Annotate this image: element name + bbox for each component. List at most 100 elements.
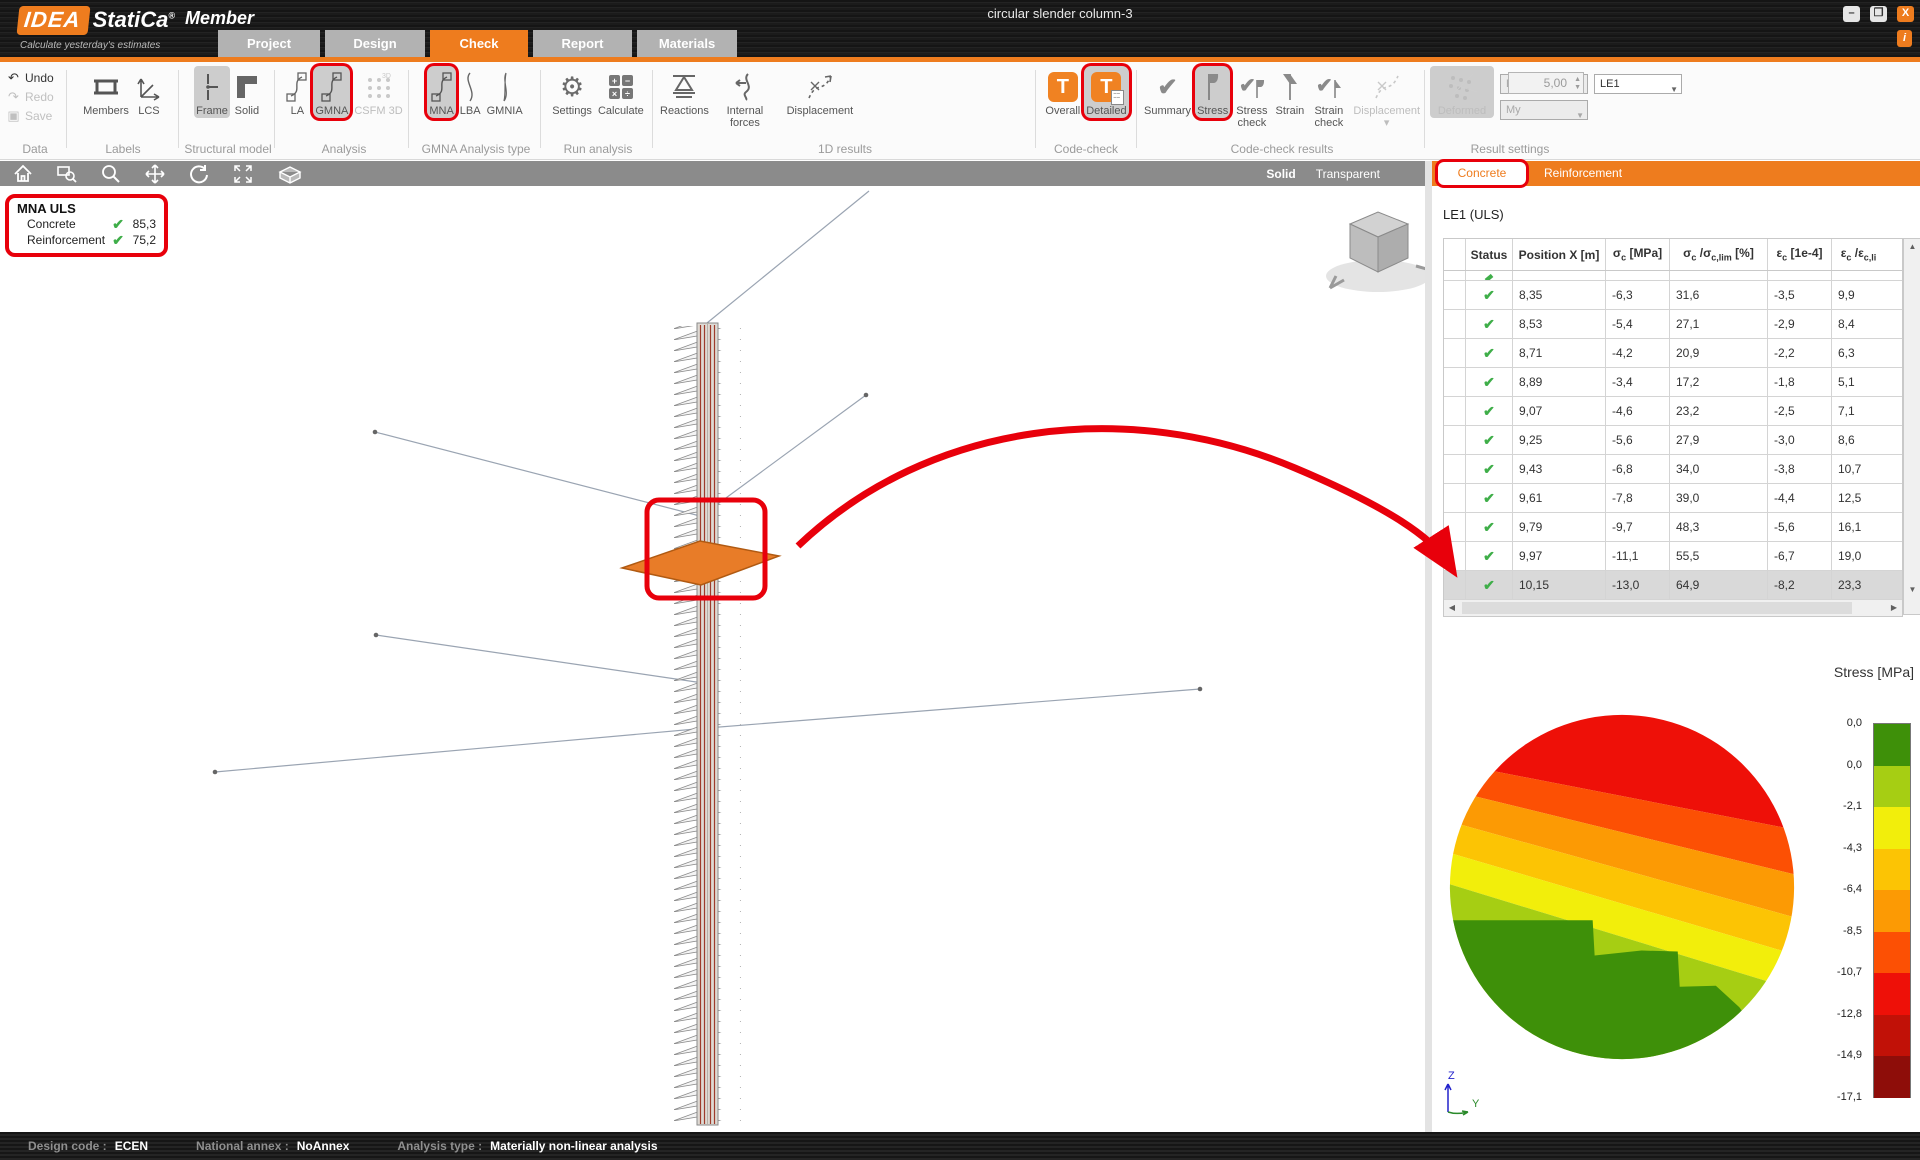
- stress-button[interactable]: Stress: [1195, 66, 1230, 118]
- solid-button[interactable]: Solid: [232, 66, 262, 118]
- status-check-icon: ✔: [1483, 432, 1495, 449]
- eps-value: -5,6: [1768, 513, 1832, 541]
- table-row[interactable]: ✔ 9,43 -6,8 34,0 -3,8 10,7: [1444, 455, 1902, 484]
- deformed-scale-input[interactable]: 5,00 ▲ ▼: [1508, 72, 1584, 94]
- internal-forces-icon: [732, 69, 758, 105]
- hscroll-thumb[interactable]: [1462, 602, 1852, 614]
- spin-up-icon[interactable]: ▲: [1574, 76, 1581, 83]
- frame-button[interactable]: Frame: [194, 66, 230, 118]
- table-vscrollbar[interactable]: ▲ ▼: [1903, 238, 1920, 615]
- column-member[interactable]: [674, 323, 741, 1125]
- solid-icon: [234, 69, 260, 105]
- section-plane[interactable]: [622, 541, 779, 585]
- scroll-down-icon[interactable]: ▼: [1904, 582, 1920, 598]
- table-row[interactable]: ✔ 8,35 -6,3 31,6 -3,5 9,9: [1444, 281, 1902, 310]
- mna-button[interactable]: MNA: [427, 66, 455, 118]
- navigation-cube[interactable]: [1326, 212, 1425, 292]
- close-button[interactable]: X: [1897, 6, 1914, 22]
- table-hscrollbar[interactable]: ◀ ▶: [1444, 600, 1902, 616]
- status-check-icon: ✔: [1483, 519, 1495, 536]
- clipping-box-icon[interactable]: [276, 163, 304, 185]
- tab-materials[interactable]: Materials: [637, 30, 737, 57]
- reactions-button[interactable]: Reactions: [658, 66, 711, 118]
- table-row[interactable]: ✔ 8,89 -3,4 17,2 -1,8 5,1: [1444, 368, 1902, 397]
- group-run-analysis: ⚙ Settings +−×÷ Calculate Run analysis: [546, 66, 650, 158]
- status-bar: Design code : ECEN National annex : NoAn…: [0, 1132, 1920, 1160]
- status-check-icon: ✔: [1483, 461, 1495, 478]
- redo-icon: ↷: [6, 89, 21, 105]
- overlay-concrete-row: Concrete ✔ 85,3: [17, 216, 156, 232]
- svg-text:✔: ✔: [1316, 75, 1333, 97]
- rotate-icon[interactable]: [188, 163, 210, 185]
- gmna-button[interactable]: GMNA: [313, 66, 350, 118]
- position-value: 9,97: [1513, 542, 1606, 570]
- design-code-value: ECEN: [115, 1139, 148, 1153]
- table-row[interactable]: ✔ 8,71 -4,2 20,9 -2,2 6,3: [1444, 339, 1902, 368]
- minimize-button[interactable]: –: [1843, 6, 1860, 22]
- annex-value: NoAnnex: [297, 1139, 350, 1153]
- settings-button[interactable]: ⚙ Settings: [550, 66, 594, 118]
- zoom-window-icon[interactable]: [56, 163, 78, 185]
- sigma-value: -9,7: [1606, 513, 1670, 541]
- view-mode-solid[interactable]: Solid: [1266, 167, 1295, 181]
- view-mode-transparent[interactable]: Transparent: [1316, 167, 1380, 181]
- scroll-right-icon[interactable]: ▶: [1886, 600, 1902, 616]
- svg-text:+: +: [612, 76, 617, 86]
- summary-button[interactable]: ✔ Summary: [1142, 66, 1193, 118]
- overlay-title: MNA ULS: [17, 201, 156, 216]
- undo-button[interactable]: ↶Undo: [6, 70, 64, 86]
- table-row[interactable]: ✔ 8,53 -5,4 27,1 -2,9 8,4: [1444, 310, 1902, 339]
- tab-reinforcement-results[interactable]: Reinforcement: [1544, 161, 1622, 186]
- csfm-3d-button[interactable]: 3D CSFM 3D: [352, 66, 404, 118]
- pan-icon[interactable]: [144, 163, 166, 185]
- tab-design[interactable]: Design: [325, 30, 425, 57]
- svg-text:×: ×: [612, 89, 617, 99]
- table-row[interactable]: ✔ 9,79 -9,7 48,3 -5,6 16,1: [1444, 513, 1902, 542]
- position-value: 9,25: [1513, 426, 1606, 454]
- table-row[interactable]: ✔ 9,07 -4,6 23,2 -2,5 7,1: [1444, 397, 1902, 426]
- detailed-button[interactable]: T–––– Detailed: [1084, 66, 1128, 118]
- gmnia-button[interactable]: GMNIA: [485, 66, 525, 118]
- strain-button[interactable]: Strain: [1274, 66, 1307, 118]
- internal-forces-button[interactable]: Internal forces: [713, 66, 777, 130]
- zoom-icon[interactable]: [100, 163, 122, 185]
- lcs-button[interactable]: LCS: [133, 66, 165, 118]
- scroll-left-icon[interactable]: ◀: [1444, 600, 1460, 616]
- table-row[interactable]: ✔ 9,97 -11,1 55,5 -6,7 19,0: [1444, 542, 1902, 571]
- status-check-icon: ✔: [1483, 548, 1495, 565]
- redo-button[interactable]: ↷Redo: [6, 89, 64, 105]
- members-button[interactable]: Members: [81, 66, 131, 118]
- table-row[interactable]: ✔ 9,61 -7,8 39,0 -4,4 12,5: [1444, 484, 1902, 513]
- save-button[interactable]: ▣Save: [6, 108, 64, 124]
- table-row[interactable]: ✔ 9,25 -5,6 27,9 -3,0 8,6: [1444, 426, 1902, 455]
- zoom-fit-icon[interactable]: [232, 163, 254, 185]
- calculate-button[interactable]: +−×÷ Calculate: [596, 66, 646, 118]
- position-value: 9,79: [1513, 513, 1606, 541]
- tab-report[interactable]: Report: [533, 30, 632, 57]
- tab-project[interactable]: Project: [218, 30, 320, 57]
- strain-check-button[interactable]: ✔ Strain check: [1308, 66, 1349, 130]
- model-viewport[interactable]: MNA ULS Concrete ✔ 85,3 Reinforcement ✔ …: [0, 186, 1425, 1132]
- tab-check[interactable]: Check: [430, 30, 528, 57]
- table-row-partial[interactable]: [1444, 271, 1902, 281]
- info-button[interactable]: i: [1897, 30, 1912, 47]
- z-axis-label: Z: [1448, 1070, 1455, 1082]
- displacement-result-button[interactable]: Displacement ▾: [1351, 66, 1422, 130]
- deformed-button[interactable]: Deformed: [1430, 66, 1494, 118]
- status-check-icon: ✔: [1483, 403, 1495, 420]
- tab-concrete-results[interactable]: Concrete: [1438, 162, 1526, 185]
- position-value: 9,43: [1513, 455, 1606, 483]
- table-row[interactable]: ✔ 10,15 -13,0 64,9 -8,2 23,3: [1444, 571, 1902, 600]
- la-button[interactable]: LA: [283, 66, 311, 118]
- lba-button[interactable]: LBA: [458, 66, 483, 118]
- displacement-1d-button[interactable]: Displacement: [779, 66, 861, 118]
- group-labels: Members LCS Labels: [70, 66, 176, 158]
- eps-ratio-value: 10,7: [1832, 455, 1885, 483]
- spin-down-icon[interactable]: ▼: [1574, 84, 1581, 91]
- scroll-up-icon[interactable]: ▲: [1904, 239, 1920, 255]
- home-icon[interactable]: [12, 163, 34, 185]
- stress-check-button[interactable]: ✔ Stress check: [1232, 66, 1271, 130]
- load-effect-select[interactable]: LE1▼: [1594, 74, 1682, 94]
- maximize-button[interactable]: ❒: [1870, 6, 1887, 22]
- overall-button[interactable]: T Overall: [1043, 66, 1082, 118]
